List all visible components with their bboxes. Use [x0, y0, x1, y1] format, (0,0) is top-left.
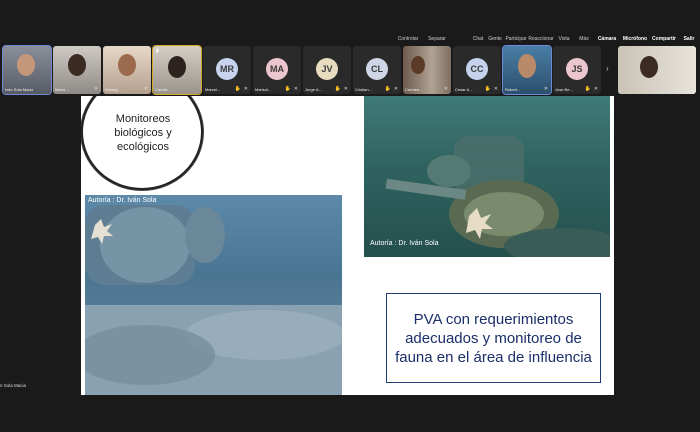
participant-tile[interactable]: Solang... ✕: [103, 46, 151, 94]
mic-muted-icon: ✕: [688, 86, 693, 92]
chevron-right-icon[interactable]: ›: [606, 64, 609, 73]
raise-hand-icon: ✋: [234, 86, 241, 92]
raise-hand-icon: ✋: [284, 86, 291, 92]
mic-muted-icon: ✕: [343, 86, 348, 92]
mic-muted-icon: ✕: [293, 86, 298, 92]
participant-tile[interactable]: Carmen... ✕: [403, 46, 451, 94]
participant-name: Jose Be...: [555, 87, 573, 92]
shared-slide: Monitoreos biológicos y ecológicos Autor…: [81, 96, 614, 395]
photo-credit: Autoría : Dr. Iván Sola: [370, 240, 439, 247]
underwater-photo-top: Autoría : Dr. Iván Sola: [364, 96, 610, 257]
avatar: [68, 54, 86, 76]
leave-button[interactable]: Salir: [678, 36, 700, 42]
avatar: JV: [316, 58, 338, 80]
participant-tile[interactable]: MR Marcel... ✋ ✕: [203, 46, 251, 94]
underwater-photo-bottom: Autoría : Dr. Iván Sola: [85, 195, 342, 395]
chat-button[interactable]: Chat: [470, 36, 486, 42]
participant-tile[interactable]: CC Cesar A... ✋ ✕: [453, 46, 501, 94]
avatar: JS: [566, 58, 588, 80]
pin-icon: ▮: [156, 48, 159, 54]
topic-circle: Monitoreos biológicos y ecológicos: [81, 96, 203, 190]
participant-name: Carmen...: [405, 87, 423, 92]
participant-name: Robert...: [505, 87, 521, 92]
participant-name: María ...: [55, 87, 70, 92]
pva-text: PVA con requerimientos adecuados y monit…: [395, 310, 592, 366]
presenter-name-label: n Sola Macia: [0, 383, 27, 388]
avatar: CL: [366, 58, 388, 80]
avatar: [518, 54, 536, 78]
participant-name: ...: [620, 87, 624, 92]
avatar: [17, 54, 35, 76]
topic-circle-text: Monitoreos biológicos y ecológicos: [114, 113, 172, 153]
participant-tile[interactable]: CL Cristian... ✋ ✕: [353, 46, 401, 94]
mic-muted-icon: ✕: [243, 86, 248, 92]
mic-muted-icon: ✕: [443, 86, 448, 92]
camera-button[interactable]: Cámara: [594, 36, 620, 42]
avatar: MA: [266, 58, 288, 80]
view-button[interactable]: Vista: [554, 36, 574, 42]
participant-name: Iván Sola Macia: [5, 87, 33, 92]
participant-strip: Iván Sola Macia María ... ✕ Solang... ✕ …: [0, 45, 700, 96]
participant-name: Cesar A...: [455, 87, 473, 92]
participant-name: Camila ...: [155, 87, 172, 92]
participant-tile[interactable]: MA Marisol... ✋ ✕: [253, 46, 301, 94]
participant-tile[interactable]: Robert... ✕: [502, 45, 552, 95]
control-button[interactable]: Controlar: [394, 36, 422, 42]
mic-muted-icon: ✕: [93, 86, 98, 92]
participant-tile[interactable]: ▮ Camila ...: [152, 45, 202, 95]
avatar: CC: [466, 58, 488, 80]
mic-muted-icon: ✕: [393, 86, 398, 92]
participant-tile[interactable]: María ... ✕: [53, 46, 101, 94]
meeting-toolbar: Controlar Separar Chat Gente Participar …: [394, 33, 700, 45]
mic-muted-icon: ✕: [543, 86, 548, 92]
participant-tile[interactable]: JS Jose Be... ✋ ✕: [553, 46, 601, 94]
photo-credit: Autoría : Dr. Iván Sola: [88, 197, 157, 204]
people-button[interactable]: Gente: [486, 36, 504, 42]
underwater-photo-bottom-scene: [85, 205, 342, 395]
share-button[interactable]: Compartir: [650, 36, 678, 42]
participant-tile[interactable]: JV Jorge A... ✋ ✕: [303, 46, 351, 94]
separate-button[interactable]: Separar: [422, 36, 452, 42]
participant-tile[interactable]: Iván Sola Macia: [2, 45, 52, 95]
avatar: [168, 56, 186, 78]
microphone-button[interactable]: Micrófono: [620, 36, 650, 42]
avatar: [118, 54, 136, 76]
participant-name: Marcel...: [205, 87, 221, 92]
raise-hand-icon: ✋: [584, 86, 591, 92]
participant-name: Jorge A...: [305, 87, 322, 92]
participate-button[interactable]: Participar: [504, 36, 528, 42]
participant-name: Solang...: [105, 87, 121, 92]
avatar: [411, 56, 425, 74]
raise-hand-icon: ✋: [484, 86, 491, 92]
underwater-photo-top-scene: [385, 136, 610, 257]
raise-hand-icon: ✋: [334, 86, 341, 92]
mic-muted-icon: ✕: [143, 86, 148, 92]
raise-hand-icon: ✋: [384, 86, 391, 92]
more-button[interactable]: Más: [574, 36, 594, 42]
pva-text-box: PVA con requerimientos adecuados y monit…: [386, 293, 601, 383]
participant-name: Cristian...: [355, 87, 372, 92]
react-button[interactable]: Reaccionar: [528, 36, 554, 42]
avatar: MR: [216, 58, 238, 80]
mic-muted-icon: ✕: [593, 86, 598, 92]
self-view-tile[interactable]: ... ✕: [618, 46, 696, 94]
participant-name: Marisol...: [255, 87, 272, 92]
mic-muted-icon: ✕: [493, 86, 498, 92]
avatar: [640, 56, 658, 78]
